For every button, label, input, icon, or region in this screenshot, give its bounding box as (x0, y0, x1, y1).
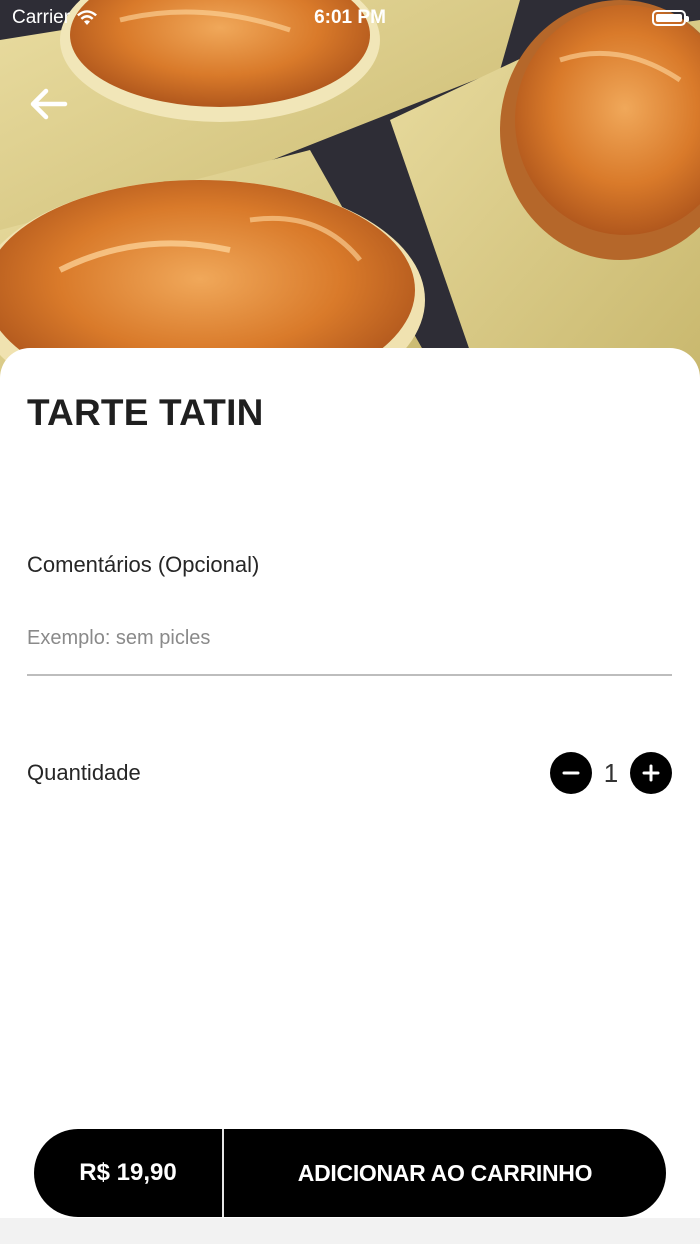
product-detail-sheet: TARTE TATIN Comentários (Opcional) Quant… (0, 348, 700, 1218)
status-bar: Carrier 6:01 PM (0, 0, 700, 36)
product-title: TARTE TATIN (27, 392, 264, 433)
quantity-stepper: 1 (550, 752, 672, 794)
comments-label: Comentários (Opcional) (27, 552, 260, 577)
battery-icon (652, 10, 689, 26)
product-image (0, 0, 700, 380)
tarte-photo-illustration (0, 0, 700, 380)
price-label: R$ 19,90 (79, 1159, 177, 1186)
back-button[interactable] (26, 82, 70, 126)
comments-input[interactable] (27, 602, 672, 676)
plus-icon (642, 764, 660, 782)
quantity-value: 1 (603, 757, 619, 788)
quantity-label: Quantidade (27, 760, 141, 785)
increase-quantity-button[interactable] (630, 752, 672, 794)
decrease-quantity-button[interactable] (550, 752, 592, 794)
arrow-left-icon (30, 88, 68, 120)
add-to-cart-label: ADICIONAR AO CARRINHO (297, 1159, 593, 1186)
minus-icon (562, 771, 580, 775)
clock: 6:01 PM (314, 7, 386, 28)
add-to-cart-button[interactable]: R$ 19,90 ADICIONAR AO CARRINHO (34, 1129, 666, 1217)
